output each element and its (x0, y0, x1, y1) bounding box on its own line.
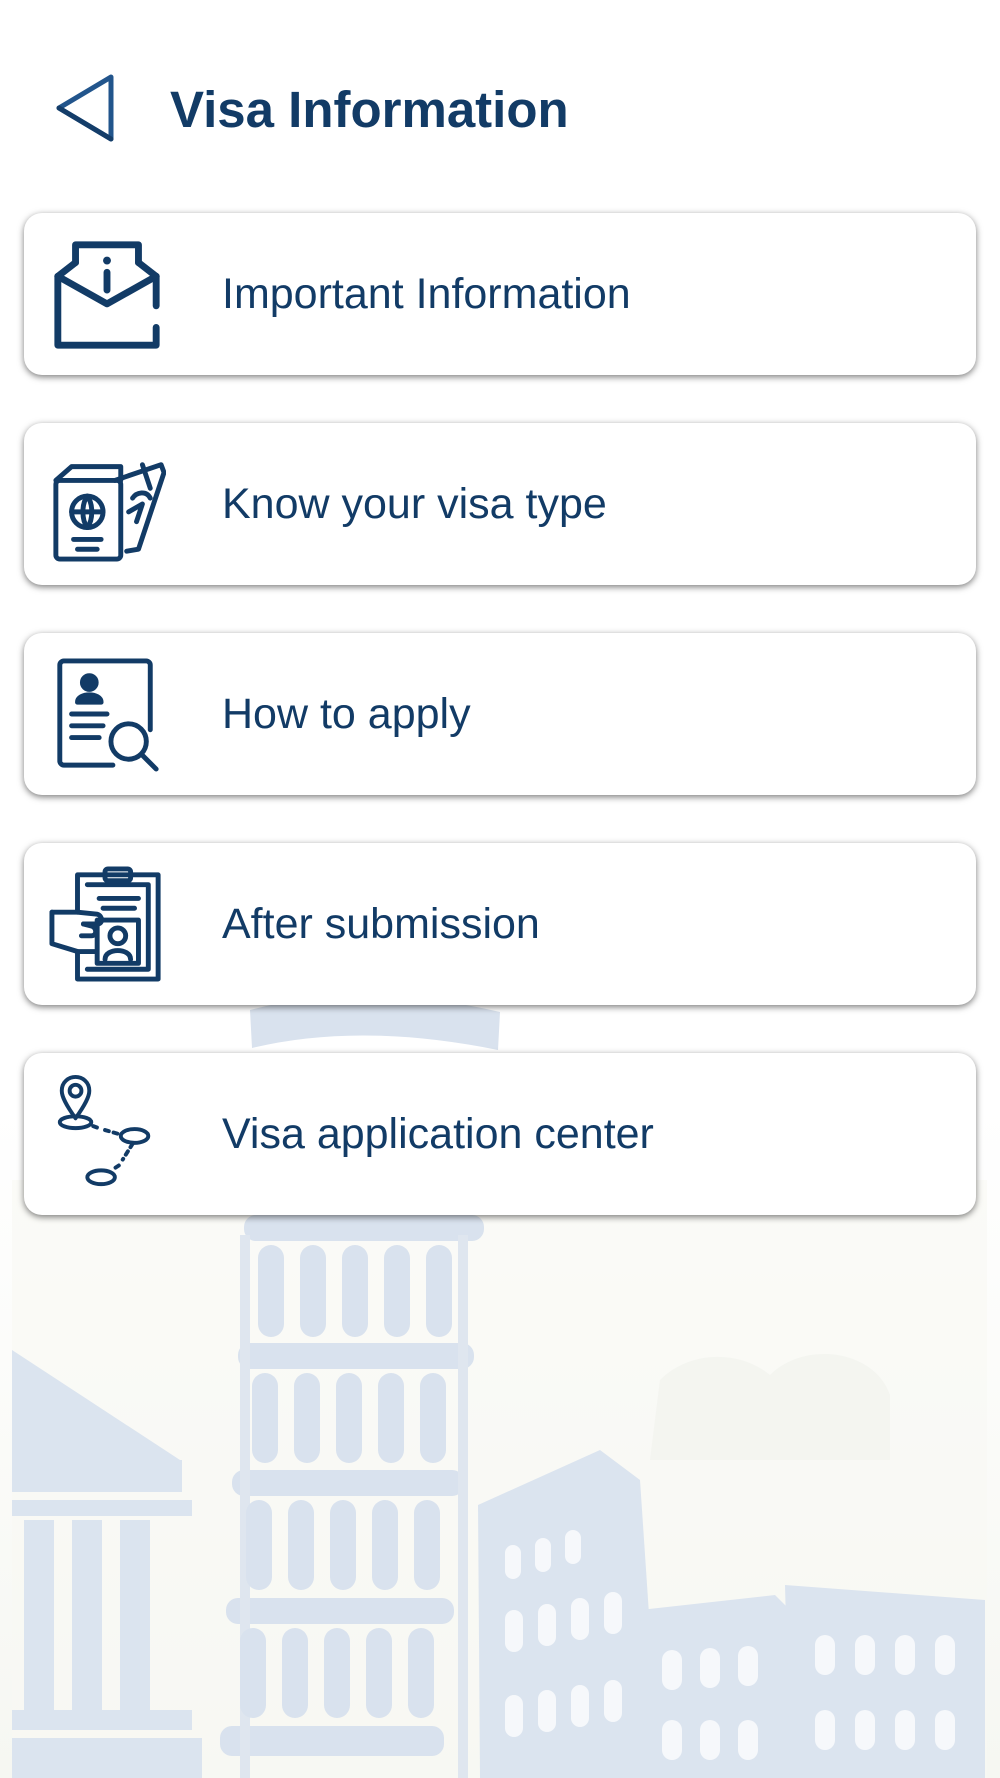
after-submission-card[interactable]: After submission (24, 843, 976, 1005)
card-label: Visa application center (222, 1110, 654, 1158)
card-label: How to apply (222, 690, 471, 738)
envelope-info-icon (44, 231, 170, 357)
card-label: Know your visa type (222, 480, 607, 528)
know-visa-type-card[interactable]: Know your visa type (24, 423, 976, 585)
card-label: Important Information (222, 270, 631, 318)
how-to-apply-card[interactable]: How to apply (24, 633, 976, 795)
passport-ticket-icon (44, 441, 170, 567)
visa-menu-list: Important Information Know your visa typ… (0, 0, 1000, 1778)
visa-application-center-card[interactable]: Visa application center (24, 1053, 976, 1215)
clipboard-hand-icon (44, 861, 170, 987)
important-information-card[interactable]: Important Information (24, 213, 976, 375)
card-label: After submission (222, 900, 540, 948)
location-route-icon (44, 1071, 170, 1197)
document-search-icon (44, 651, 170, 777)
